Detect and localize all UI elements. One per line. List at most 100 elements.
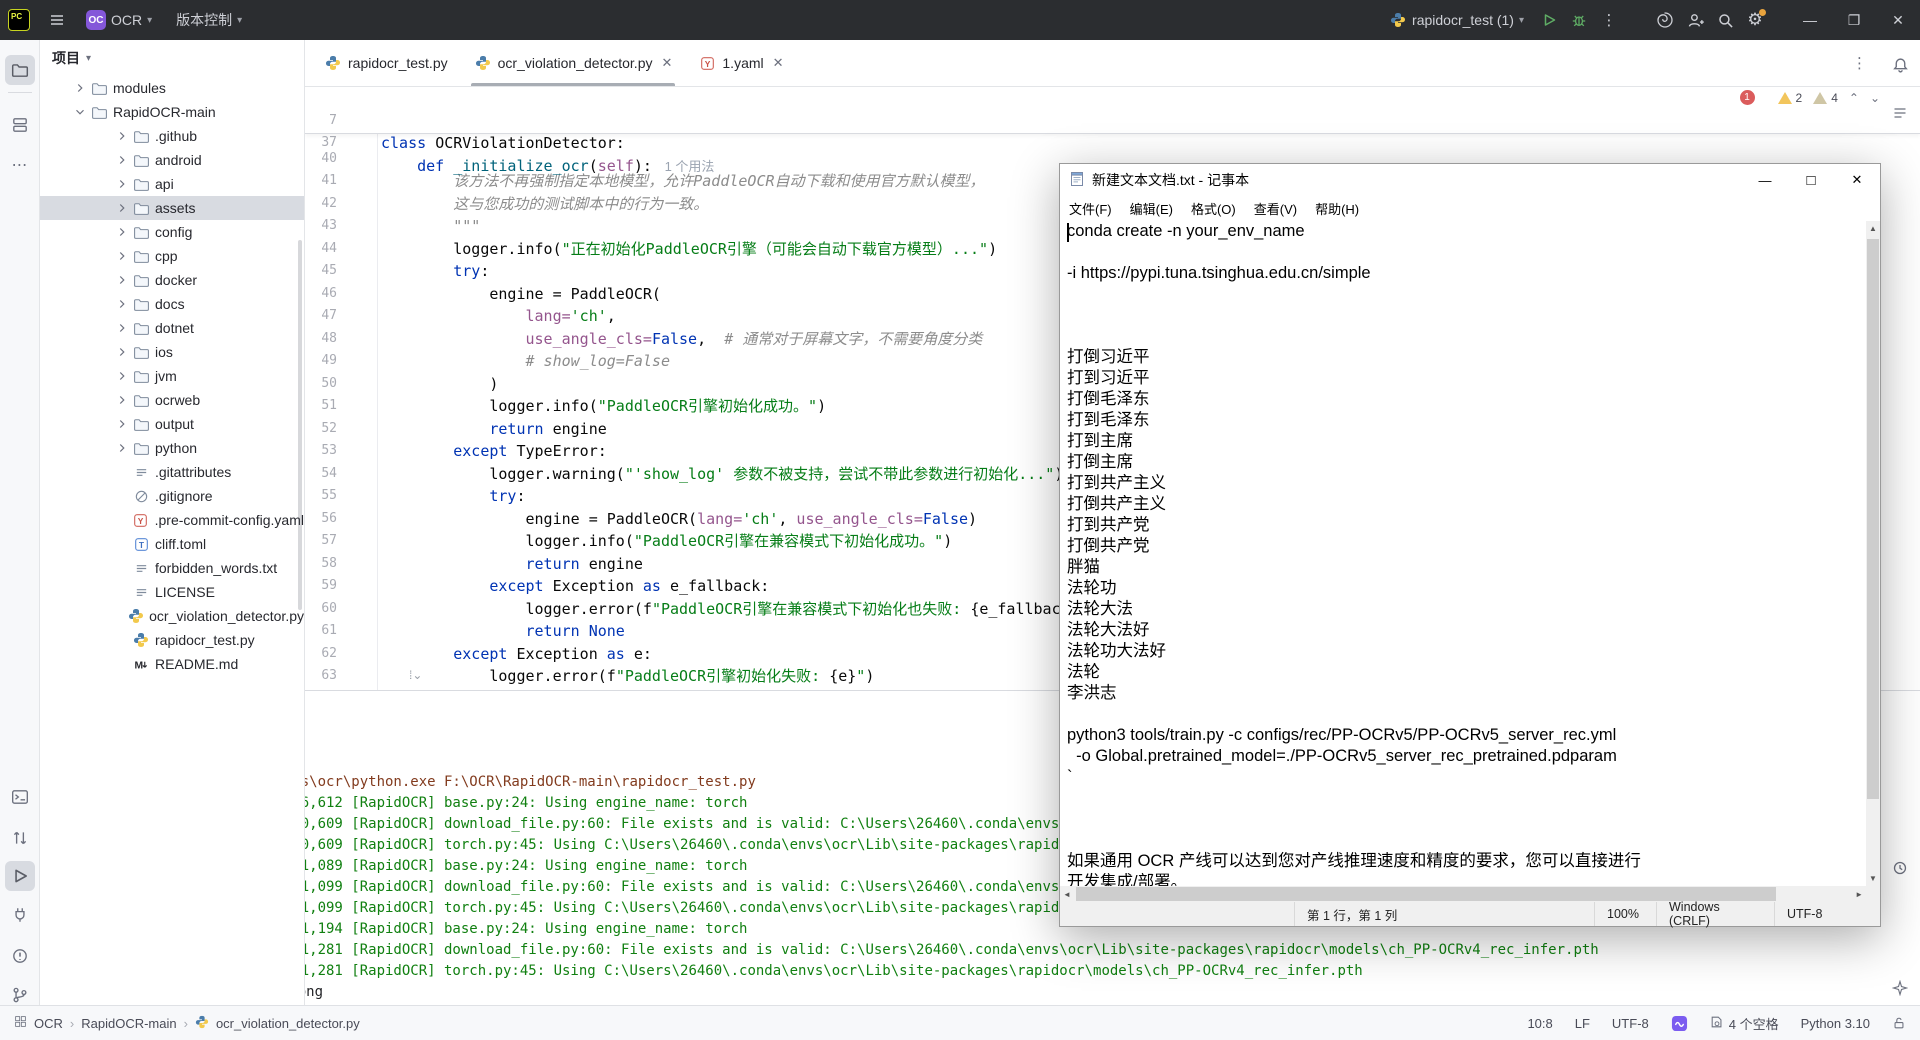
window-restore-button[interactable]: ❐ <box>1832 0 1876 40</box>
notepad-menu-item[interactable]: 编辑(E) <box>1121 199 1182 218</box>
scroll-left-arrow-icon[interactable]: ◄ <box>1063 890 1071 899</box>
terminal-icon[interactable] <box>5 782 35 812</box>
tree-item-.pre-commit-config.yaml[interactable]: Y .pre-commit-config.yaml <box>40 508 304 532</box>
tree-item-output[interactable]: output <box>40 412 304 436</box>
chevron-right-icon[interactable] <box>112 129 132 143</box>
chevron-right-icon[interactable] <box>112 345 132 359</box>
caret-position[interactable]: 10:8 <box>1527 1016 1552 1031</box>
inspections-widget[interactable]: 1 2 4 ⌃ ⌄ <box>1740 90 1881 105</box>
notepad-close-button[interactable]: ✕ <box>1834 164 1880 196</box>
close-icon[interactable]: ✕ <box>773 55 784 71</box>
chevron-right-icon[interactable] <box>112 177 132 191</box>
notepad-text-area[interactable]: conda create -n your_env_name -i https:/… <box>1060 221 1866 886</box>
chevron-down-icon[interactable] <box>70 105 90 119</box>
tree-item-forbidden_words.txt[interactable]: forbidden_words.txt <box>40 556 304 580</box>
chevron-right-icon[interactable] <box>112 201 132 215</box>
settings-gear-icon[interactable]: ⚙ <box>1740 5 1770 35</box>
python-packages-icon[interactable] <box>5 900 35 930</box>
scroll-up-arrow-icon[interactable]: ▲ <box>1869 224 1877 233</box>
breadcrumb-folder[interactable]: RapidOCR-main <box>81 1016 176 1031</box>
chevron-right-icon[interactable] <box>112 393 132 407</box>
window-minimize-button[interactable]: — <box>1788 0 1832 40</box>
tree-item-.gitattributes[interactable]: .gitattributes <box>40 460 304 484</box>
tree-item-ocrweb[interactable]: ocrweb <box>40 388 304 412</box>
vcs-widget[interactable]: 版本控制 ▾ <box>166 5 252 35</box>
run-icon[interactable] <box>5 861 35 891</box>
tree-item-python[interactable]: python <box>40 436 304 460</box>
tree-item-RapidOCR-main[interactable]: RapidOCR-main <box>40 100 304 124</box>
unlock-icon[interactable] <box>1892 1016 1906 1030</box>
vcs-update-icon[interactable] <box>5 823 35 853</box>
close-icon[interactable]: ✕ <box>661 55 672 71</box>
notepad-menu-item[interactable]: 帮助(H) <box>1306 199 1368 218</box>
project-scrollbar[interactable] <box>298 240 302 610</box>
editor-tab-ocr_violation_detector.py[interactable]: ocr_violation_detector.py ✕ <box>461 40 686 86</box>
editor-tab-1.yaml[interactable]: Y 1.yaml ✕ <box>685 40 796 86</box>
project-icon[interactable] <box>5 55 35 85</box>
structure-icon[interactable] <box>5 110 35 140</box>
chevron-right-icon[interactable] <box>112 321 132 335</box>
run-config-selector[interactable]: rapidocr_test (1) ▾ <box>1379 5 1534 35</box>
python-interpreter[interactable]: Python 3.10 <box>1801 1016 1870 1031</box>
tree-item-config[interactable]: config <box>40 220 304 244</box>
chevron-down-icon[interactable]: ▾ <box>86 53 91 64</box>
scroll-down-arrow-icon[interactable]: ▼ <box>1869 874 1877 883</box>
notepad-titlebar[interactable]: 新建文本文档.txt - 记事本 — □ ✕ <box>1060 164 1880 196</box>
chevron-right-icon[interactable] <box>112 249 132 263</box>
tree-item-dotnet[interactable]: dotnet <box>40 316 304 340</box>
tree-item-assets[interactable]: assets <box>40 196 304 220</box>
chevron-right-icon[interactable] <box>112 153 132 167</box>
tree-item-cpp[interactable]: cpp <box>40 244 304 268</box>
tree-item-.gitignore[interactable]: .gitignore <box>40 484 304 508</box>
notepad-minimize-button[interactable]: — <box>1742 164 1788 196</box>
tree-item-.github[interactable]: .github <box>40 124 304 148</box>
tree-item-android[interactable]: android <box>40 148 304 172</box>
breadcrumb-project[interactable]: OCR <box>34 1016 63 1031</box>
problems-icon[interactable] <box>5 941 35 971</box>
notifications-bell-icon[interactable] <box>1887 52 1913 78</box>
more-actions-kebab-icon[interactable]: ⋮ <box>1594 5 1624 35</box>
main-menu-hamburger-icon[interactable] <box>42 5 72 35</box>
horizontal-scroll-thumb[interactable] <box>1076 887 1776 901</box>
chevron-right-icon[interactable] <box>112 273 132 287</box>
fold-indicator[interactable]: ⁞⌄ <box>409 668 422 682</box>
code-line[interactable]: 7 class OCRViolationDetector: <box>305 87 1920 110</box>
chevron-right-icon[interactable] <box>70 81 90 95</box>
tab-options-kebab-icon[interactable]: ⋮ <box>1852 54 1868 72</box>
chevron-right-icon[interactable] <box>112 369 132 383</box>
lingma-plugin-icon[interactable] <box>1671 1015 1688 1032</box>
tree-item-rapidocr_test.py[interactable]: rapidocr_test.py <box>40 628 304 652</box>
ai-sparkle-icon[interactable] <box>1887 975 1913 1001</box>
notepad-menu-item[interactable]: 文件(F) <box>1060 199 1121 218</box>
line-separator[interactable]: LF <box>1575 1016 1590 1031</box>
indent-config[interactable]: 4 个空格 <box>1710 1014 1779 1033</box>
tree-item-docs[interactable]: docs <box>40 292 304 316</box>
tree-item-LICENSE[interactable]: LICENSE <box>40 580 304 604</box>
editor-tab-rapidocr_test.py[interactable]: rapidocr_test.py <box>311 40 461 86</box>
prev-problem-chevron-icon[interactable]: ⌃ <box>1849 91 1859 105</box>
editor-actions-menu-icon[interactable] <box>1887 100 1913 126</box>
scroll-right-arrow-icon[interactable]: ► <box>1855 890 1863 899</box>
chevron-right-icon[interactable] <box>112 225 132 239</box>
chevron-right-icon[interactable] <box>112 417 132 431</box>
breadcrumb-file[interactable]: ocr_violation_detector.py <box>216 1016 360 1031</box>
tree-item-docker[interactable]: docker <box>40 268 304 292</box>
code-line[interactable]: 37 def _initialize_ocr(self): 1 个用法 <box>305 110 1920 133</box>
notepad-menu-item[interactable]: 查看(V) <box>1245 199 1306 218</box>
vertical-scroll-thumb[interactable] <box>1867 239 1879 799</box>
tree-item-ocr_violation_detector.py[interactable]: ocr_violation_detector.py <box>40 604 304 628</box>
notepad-menu-item[interactable]: 格式(O) <box>1182 199 1245 218</box>
recent-locations-icon[interactable] <box>1887 855 1913 881</box>
tree-item-README.md[interactable]: M README.md <box>40 652 304 676</box>
debug-button[interactable] <box>1564 5 1594 35</box>
next-problem-chevron-icon[interactable]: ⌄ <box>1870 91 1880 105</box>
ai-assistant-icon[interactable] <box>1650 5 1680 35</box>
search-icon[interactable] <box>1710 5 1740 35</box>
chevron-right-icon[interactable] <box>112 297 132 311</box>
add-user-icon[interactable] <box>1680 5 1710 35</box>
project-widget[interactable]: OC OCR ▾ <box>76 5 162 35</box>
chevron-right-icon[interactable] <box>112 441 132 455</box>
tree-item-modules[interactable]: modules <box>40 76 304 100</box>
tree-item-cliff.toml[interactable]: T cliff.toml <box>40 532 304 556</box>
run-button[interactable] <box>1534 5 1564 35</box>
